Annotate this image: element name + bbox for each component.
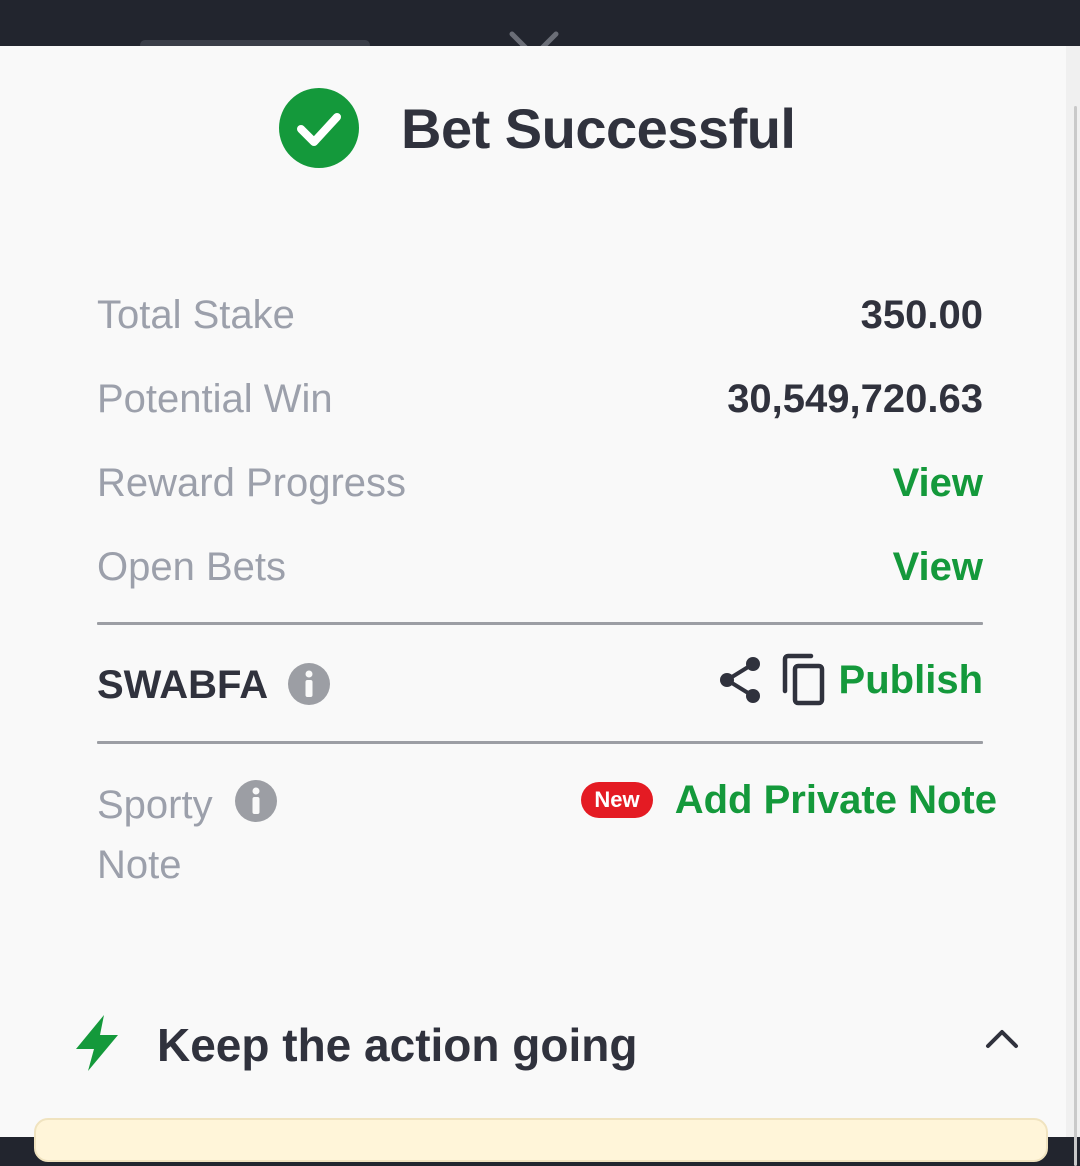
copy-icon[interactable] bbox=[779, 653, 827, 707]
booking-code: SWABFA bbox=[97, 663, 269, 707]
divider bbox=[97, 741, 983, 744]
potential-win-row: Potential Win 30,549,720.63 bbox=[97, 374, 983, 424]
scrollbar[interactable] bbox=[1066, 46, 1080, 1166]
open-bets-label: Open Bets bbox=[97, 545, 287, 589]
check-circle-icon bbox=[279, 88, 359, 168]
reward-progress-label: Reward Progress bbox=[97, 461, 407, 505]
keep-action-section-header[interactable]: Keep the action going bbox=[0, 1005, 1066, 1085]
total-stake-label: Total Stake bbox=[97, 293, 295, 337]
page-title: Bet Successful bbox=[401, 97, 796, 160]
promo-card[interactable] bbox=[34, 1118, 1048, 1162]
potential-win-value: 30,549,720.63 bbox=[727, 377, 983, 421]
sporty-note-label: Sporty Note bbox=[97, 783, 213, 887]
new-badge: New bbox=[581, 782, 653, 818]
close-icon[interactable] bbox=[508, 30, 560, 46]
info-icon[interactable] bbox=[288, 663, 330, 705]
add-private-note-button[interactable]: Add Private Note bbox=[675, 775, 997, 825]
booking-code-row: SWABFA Publish bbox=[97, 653, 983, 715]
open-bets-row: Open Bets View bbox=[97, 542, 983, 592]
open-bets-view-link[interactable]: View bbox=[893, 542, 983, 592]
chevron-up-icon[interactable] bbox=[984, 1025, 1020, 1051]
reward-progress-view-link[interactable]: View bbox=[893, 458, 983, 508]
publish-button[interactable]: Publish bbox=[839, 655, 983, 705]
keep-action-title: Keep the action going bbox=[157, 1019, 638, 1071]
info-icon[interactable] bbox=[235, 780, 277, 822]
total-stake-value: 350.00 bbox=[860, 293, 983, 337]
lightning-bolt-icon bbox=[76, 1015, 118, 1071]
potential-win-label: Potential Win bbox=[97, 377, 333, 421]
share-icon[interactable] bbox=[717, 655, 763, 705]
success-header: Bet Successful bbox=[0, 88, 1066, 170]
divider bbox=[97, 622, 983, 625]
reward-progress-row: Reward Progress View bbox=[97, 458, 983, 508]
total-stake-row: Total Stake 350.00 bbox=[97, 290, 983, 340]
